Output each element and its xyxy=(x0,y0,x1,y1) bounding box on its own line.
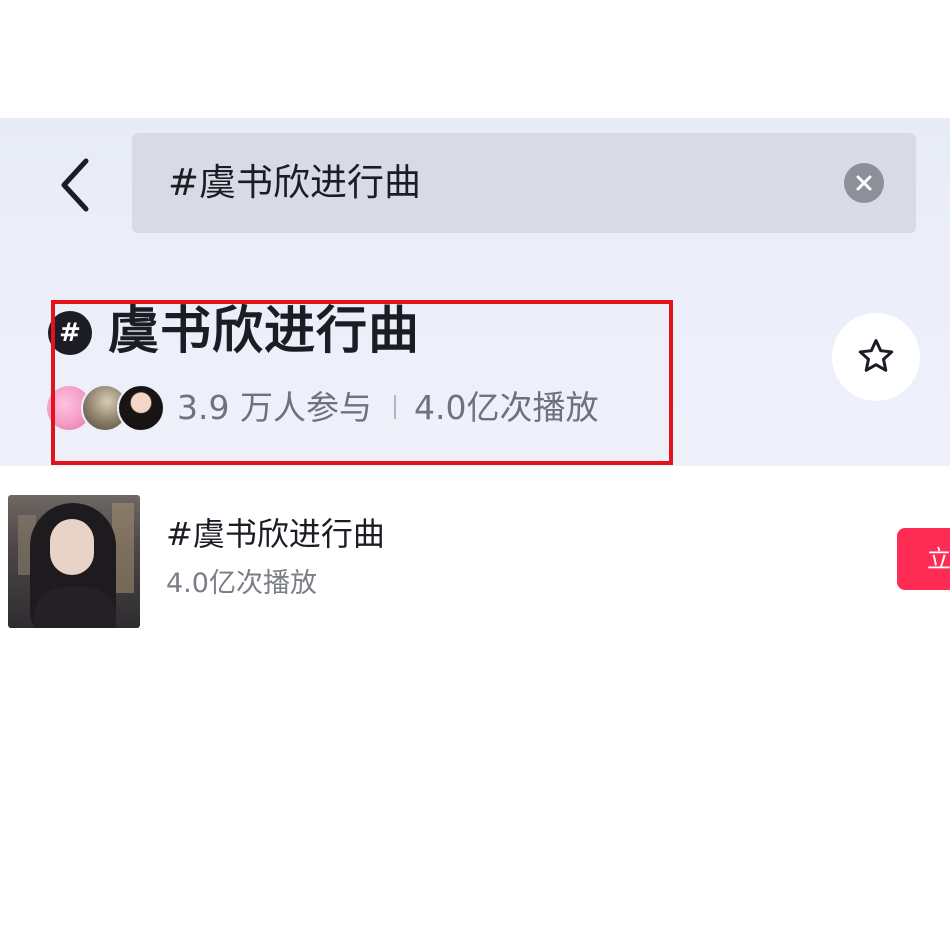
status-bar-area xyxy=(0,0,950,118)
play-count: 4.0亿次播放 xyxy=(413,388,599,427)
topic-stats: 3.9 万人参与 4.0亿次播放 xyxy=(177,384,598,432)
participant-count: 3.9 万人参与 xyxy=(177,388,372,427)
avatar xyxy=(117,384,165,432)
result-title: #虞书欣进行曲 xyxy=(166,515,385,553)
stats-divider xyxy=(393,394,396,419)
video-thumbnail[interactable] xyxy=(8,495,140,628)
topic-title: 虞书欣进行曲 xyxy=(108,302,421,361)
chevron-left-icon xyxy=(61,158,89,212)
result-play-count: 4.0亿次播放 xyxy=(166,568,317,599)
search-input[interactable]: #虞书欣进行曲 xyxy=(132,133,916,233)
hashtag-icon: # xyxy=(48,311,92,355)
participate-button[interactable]: 立 xyxy=(897,528,950,590)
favorite-button[interactable] xyxy=(832,313,920,401)
clear-search-button[interactable] xyxy=(844,163,884,203)
star-icon xyxy=(858,339,894,372)
search-input-value: #虞书欣进行曲 xyxy=(168,161,422,204)
clear-icon xyxy=(856,175,872,191)
participant-avatars xyxy=(45,384,175,432)
back-button[interactable] xyxy=(44,150,104,220)
list-item[interactable]: #虞书欣进行曲 4.0亿次播放 立 xyxy=(0,490,950,630)
